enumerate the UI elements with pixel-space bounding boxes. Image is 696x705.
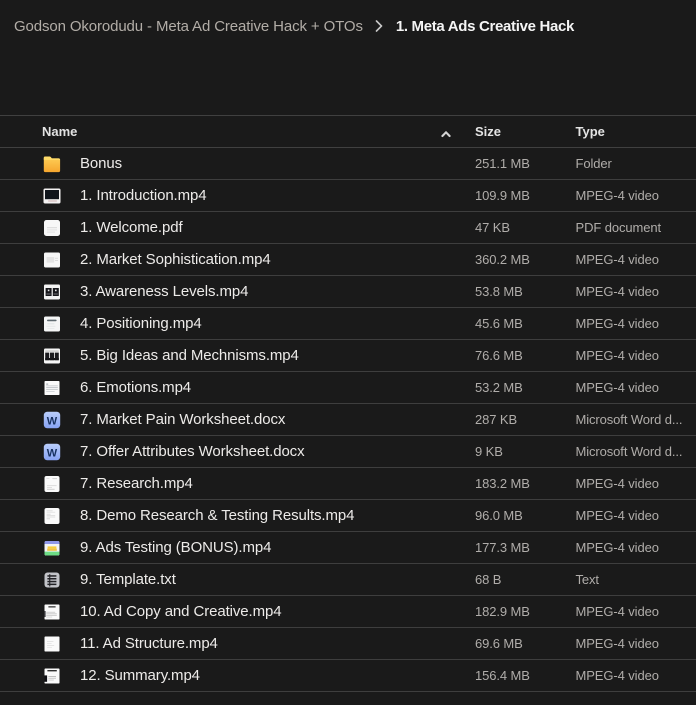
svg-text:W: W <box>47 448 58 460</box>
svg-text:W: W <box>47 416 58 428</box>
